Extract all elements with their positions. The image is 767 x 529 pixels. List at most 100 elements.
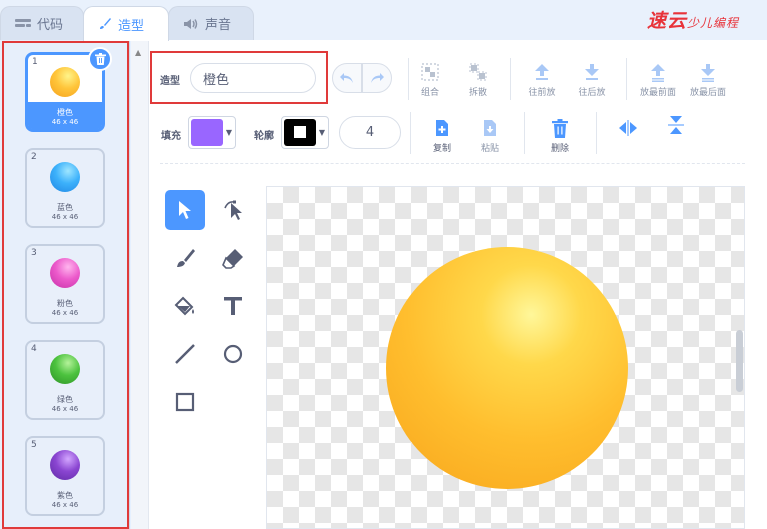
flip-horizontal-button[interactable] xyxy=(606,114,650,139)
text-tool[interactable] xyxy=(213,286,253,326)
circle-icon xyxy=(223,344,243,364)
rectangle-tool[interactable] xyxy=(165,382,205,422)
collapse-arrow-icon: ▲ xyxy=(135,48,142,57)
costume-thumbnail xyxy=(50,67,80,97)
forward-label: 往前放 xyxy=(528,88,556,98)
costume-item-green[interactable]: 4 绿色 46 x 46 xyxy=(25,340,105,420)
costume-thumbnail xyxy=(50,354,80,384)
fill-color-picker[interactable]: ▼ xyxy=(188,116,236,149)
costume-index: 5 xyxy=(31,440,37,450)
costume-item-purple[interactable]: 5 紫色 46 x 46 xyxy=(25,436,105,516)
costume-item-orange[interactable]: 1 橙色 46 x 46 xyxy=(25,47,112,132)
outline-color-swatch xyxy=(284,119,316,146)
canvas-scrollbar[interactable] xyxy=(736,330,743,392)
costume-size: 46 x 46 xyxy=(51,309,79,317)
group-button[interactable]: 组合 xyxy=(408,60,452,98)
toolbar-separator xyxy=(160,163,745,164)
delete-button[interactable]: 删除 xyxy=(538,116,582,154)
circle-tool[interactable] xyxy=(213,334,253,374)
eraser-tool[interactable] xyxy=(213,238,253,278)
costume-name: 蓝色 xyxy=(57,203,73,212)
toolbar-divider xyxy=(410,112,411,154)
flip-horizontal-icon xyxy=(619,120,637,136)
costume-thumbnail xyxy=(50,162,80,192)
tab-code-label: 代码 xyxy=(37,18,64,33)
costume-index: 3 xyxy=(31,248,37,258)
flip-vertical-button[interactable] xyxy=(654,114,698,139)
group-icon xyxy=(421,63,439,81)
outline-label: 轮廓 xyxy=(254,131,274,142)
backward-icon xyxy=(585,64,599,80)
collapse-strip[interactable]: ▲ xyxy=(131,40,149,529)
delete-costume-button[interactable] xyxy=(88,47,112,71)
paste-icon xyxy=(484,120,496,136)
toolbar-divider xyxy=(626,58,627,100)
bring-to-front-button[interactable]: 放最前面 xyxy=(636,60,680,98)
costume-size: 46 x 46 xyxy=(51,405,79,413)
costume-name: 粉色 xyxy=(57,299,73,308)
redo-button[interactable] xyxy=(362,63,392,93)
costume-index: 4 xyxy=(31,344,37,354)
send-to-back-icon xyxy=(701,64,715,82)
costume-thumbnail xyxy=(50,450,80,480)
backward-button[interactable]: 往后放 xyxy=(570,60,614,98)
fill-color-swatch xyxy=(191,119,223,146)
eraser-icon xyxy=(222,249,243,269)
tab-costumes[interactable]: 造型 xyxy=(83,6,169,41)
copy-label: 复制 xyxy=(432,144,451,154)
costume-item-blue[interactable]: 2 蓝色 46 x 46 xyxy=(25,148,105,228)
reshape-icon xyxy=(224,200,242,220)
brush-icon xyxy=(177,249,195,267)
costume-name: 紫色 xyxy=(57,491,73,500)
select-tool[interactable] xyxy=(165,190,205,230)
costume-size: 46 x 46 xyxy=(51,118,79,126)
toolbar-divider xyxy=(524,112,525,154)
chevron-down-icon: ▼ xyxy=(225,128,232,137)
stroke-width-input[interactable]: 4 xyxy=(339,116,401,149)
tab-code[interactable]: 代码 xyxy=(0,6,84,40)
costume-name: 橙色 xyxy=(57,108,73,117)
ungroup-button[interactable]: 拆散 xyxy=(456,60,500,98)
toolbar-divider xyxy=(596,112,597,154)
copy-button[interactable]: 复制 xyxy=(420,116,464,154)
trash-icon xyxy=(552,119,568,138)
logo-main-text: 速云 xyxy=(646,10,687,32)
fill-tool[interactable] xyxy=(165,286,205,326)
send-to-back-label: 放最后面 xyxy=(689,88,726,98)
orange-ball-shape[interactable] xyxy=(386,247,628,489)
copy-icon xyxy=(436,120,448,136)
outline-swatch-inner xyxy=(294,126,306,138)
paint-bucket-icon xyxy=(174,296,194,316)
send-to-back-button[interactable]: 放最后面 xyxy=(686,60,730,98)
costume-size: 46 x 46 xyxy=(51,501,79,509)
forward-icon xyxy=(535,64,549,80)
paste-button[interactable]: 粘贴 xyxy=(468,116,512,154)
costume-size: 46 x 46 xyxy=(51,213,79,221)
reshape-tool[interactable] xyxy=(213,190,253,230)
bring-to-front-icon xyxy=(651,64,665,82)
arrow-cursor-icon xyxy=(179,201,191,219)
drawing-canvas[interactable] xyxy=(266,186,745,529)
undo-icon xyxy=(340,73,353,83)
costume-name: 绿色 xyxy=(57,395,73,404)
outline-color-picker[interactable]: ▼ xyxy=(281,116,329,149)
flip-vertical-icon xyxy=(668,116,684,134)
tab-costumes-label: 造型 xyxy=(118,18,145,34)
logo-sub-text: 少儿编程 xyxy=(686,16,739,30)
paste-label: 粘贴 xyxy=(480,144,499,154)
undo-button[interactable] xyxy=(332,63,362,93)
costume-thumbnail xyxy=(50,258,80,288)
forward-button[interactable]: 往前放 xyxy=(520,60,564,98)
group-label: 组合 xyxy=(420,88,439,98)
brush-tool[interactable] xyxy=(165,238,205,278)
tab-sounds[interactable]: 声音 xyxy=(168,6,254,40)
costume-name-highlight-frame xyxy=(150,51,328,104)
line-tool[interactable] xyxy=(165,334,205,374)
backward-label: 往后放 xyxy=(578,88,606,98)
costume-item-pink[interactable]: 3 粉色 46 x 46 xyxy=(25,244,105,324)
costume-index: 2 xyxy=(31,152,37,162)
redo-icon xyxy=(371,73,384,83)
chevron-down-icon: ▼ xyxy=(318,128,325,137)
delete-label: 删除 xyxy=(550,144,569,154)
ungroup-icon xyxy=(469,63,487,81)
